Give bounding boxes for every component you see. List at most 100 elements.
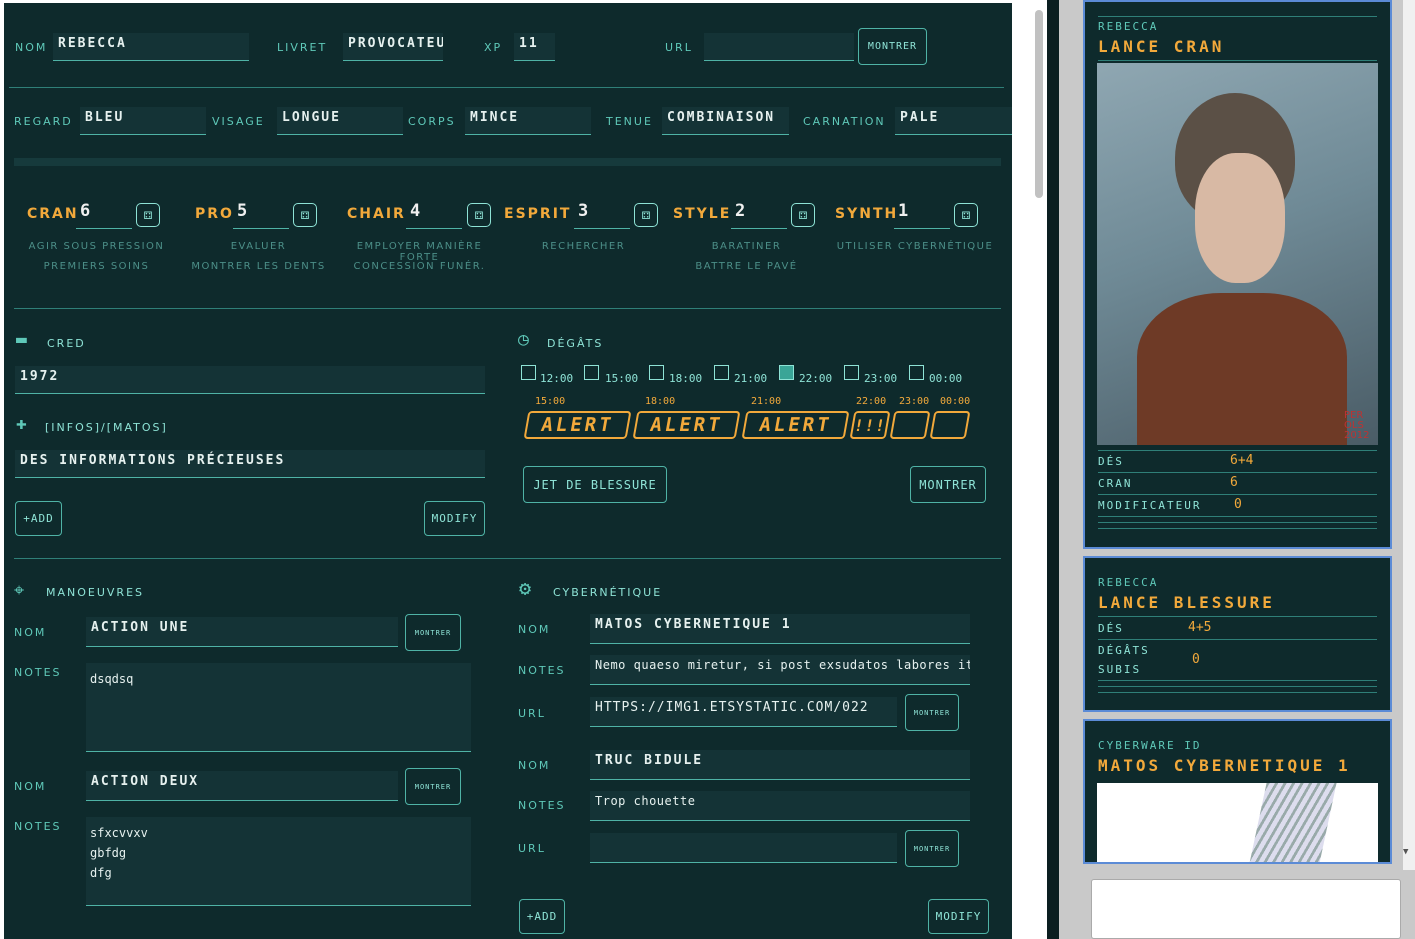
visage-field[interactable]: LONGUE bbox=[277, 107, 403, 135]
cyber-url-field[interactable]: HTTPS://IMG1.ETSYSTATIC.COM/022 bbox=[590, 697, 897, 727]
des-value: 6+4 bbox=[1230, 453, 1254, 468]
dice-icon[interactable]: ⚃ bbox=[293, 203, 317, 227]
clock-icon: ◷ bbox=[518, 329, 529, 350]
damage-checkbox[interactable] bbox=[521, 365, 536, 380]
alert-box bbox=[889, 411, 931, 439]
damage-checkbox[interactable] bbox=[779, 365, 794, 380]
damage-checkbox[interactable] bbox=[649, 365, 664, 380]
divider bbox=[14, 308, 1001, 309]
cyber-arm-icon: ⚙ bbox=[519, 576, 532, 600]
main-scrollbar-thumb[interactable] bbox=[1035, 10, 1043, 198]
stat-value-synth[interactable]: 1 bbox=[894, 201, 950, 229]
xp-label: XP bbox=[484, 41, 503, 54]
stat-value-style[interactable]: 2 bbox=[731, 201, 787, 229]
corps-field[interactable]: MINCE bbox=[465, 107, 591, 135]
card-title: LANCE CRAN bbox=[1098, 37, 1225, 56]
cyber-nom-field[interactable]: MATOS CYBERNETIQUE 1 bbox=[590, 614, 970, 644]
face-shape bbox=[1195, 153, 1285, 283]
divider bbox=[1098, 450, 1377, 451]
manoeuvre-nom-field[interactable]: ACTION UNE bbox=[86, 617, 398, 647]
manoeuvre-notes-textarea[interactable]: dsqdsq bbox=[86, 663, 471, 752]
divider bbox=[1098, 522, 1377, 523]
chat-scrollbar[interactable] bbox=[1403, 0, 1415, 870]
card-who: REBECCA bbox=[1098, 20, 1159, 33]
cyber-add-button[interactable]: +ADD bbox=[519, 899, 565, 934]
manoeuvre-montrer-button[interactable]: MONTRER bbox=[405, 614, 461, 651]
stat-value-esprit[interactable]: 3 bbox=[574, 201, 630, 229]
alert-box bbox=[929, 411, 971, 439]
cred-field[interactable]: 1972 bbox=[15, 366, 485, 394]
medkit-icon: ✚ bbox=[16, 413, 27, 434]
alert-time: 21:00 bbox=[751, 396, 782, 407]
infos-modify-button[interactable]: MODIFY bbox=[424, 501, 485, 536]
header-montrer-button[interactable]: MONTRER bbox=[858, 28, 927, 65]
alert-time: 22:00 bbox=[856, 396, 887, 407]
skill-label: EVALUER bbox=[230, 241, 287, 252]
damage-time-label: 18:00 bbox=[669, 372, 703, 385]
cyber-montrer-button[interactable]: MONTRER bbox=[905, 830, 959, 867]
skill-label: RECHERCHER bbox=[541, 241, 626, 252]
dice-icon[interactable]: ⚃ bbox=[634, 203, 658, 227]
cyber-montrer-button[interactable]: MONTRER bbox=[905, 694, 959, 731]
cyber-notes-field[interactable]: Nemo quaeso miretur, si post exsudatos l… bbox=[590, 655, 970, 685]
damage-checkbox[interactable] bbox=[909, 365, 924, 380]
corps-label: CORPS bbox=[408, 115, 456, 128]
infos-field[interactable]: DES INFORMATIONS PRÉCIEUSES bbox=[15, 450, 485, 478]
dice-icon[interactable]: ⚃ bbox=[791, 203, 815, 227]
url-field[interactable] bbox=[704, 33, 854, 61]
divider bbox=[1098, 528, 1377, 529]
divider bbox=[1098, 16, 1377, 17]
tenue-field[interactable]: COMBINAISON bbox=[662, 107, 789, 135]
cyber-nom-field[interactable]: TRUC BIDULE bbox=[590, 750, 970, 780]
divider bbox=[1098, 639, 1377, 640]
des-label: DÉS bbox=[1098, 455, 1124, 468]
livret-label: LIVRET bbox=[277, 41, 328, 54]
manoeuvre-notes-label: NOTES bbox=[14, 820, 62, 833]
regard-field[interactable]: BLEU bbox=[80, 107, 206, 135]
divider bbox=[9, 87, 1004, 88]
cyber-url-field[interactable] bbox=[590, 833, 897, 863]
damage-checkbox[interactable] bbox=[844, 365, 859, 380]
cyber-title: CYBERNÉTIQUE bbox=[553, 586, 663, 599]
alert-time: 18:00 bbox=[645, 396, 676, 407]
stat-value-chair[interactable]: 4 bbox=[406, 201, 462, 229]
stat-value-cran[interactable]: 6 bbox=[76, 201, 132, 229]
skill-label: MONTRER LES DENTS bbox=[191, 261, 326, 272]
dice-icon[interactable]: ⚃ bbox=[954, 203, 978, 227]
manoeuvre-montrer-button[interactable]: MONTRER bbox=[405, 768, 461, 805]
chat-input[interactable] bbox=[1091, 879, 1401, 939]
cyber-notes-field[interactable]: Trop chouette bbox=[590, 791, 970, 821]
subis-label: SUBIS bbox=[1098, 663, 1142, 676]
divider bbox=[1098, 494, 1377, 495]
des-label: DÉS bbox=[1098, 622, 1124, 635]
scroll-down-icon[interactable]: ▼ bbox=[1403, 847, 1408, 857]
dice-icon[interactable]: ⚃ bbox=[136, 203, 160, 227]
dice-icon[interactable]: ⚃ bbox=[467, 203, 491, 227]
damage-checkbox[interactable] bbox=[714, 365, 729, 380]
infos-add-button[interactable]: +ADD bbox=[15, 501, 62, 536]
card-who: REBECCA bbox=[1098, 576, 1159, 589]
carnation-field[interactable]: PALE bbox=[895, 107, 1012, 135]
cyber-modify-button[interactable]: MODIFY bbox=[928, 899, 989, 934]
damage-time-label: 15:00 bbox=[605, 372, 639, 385]
xp-field[interactable]: 11 bbox=[514, 33, 555, 61]
livret-field[interactable]: PROVOCATEU bbox=[343, 33, 443, 61]
degats-montrer-button[interactable]: MONTRER bbox=[910, 466, 986, 503]
skill-label: UTILISER CYBERNÉTIQUE bbox=[836, 241, 994, 252]
damage-checkbox[interactable] bbox=[584, 365, 599, 380]
manoeuvre-nom-label: NOM bbox=[14, 626, 47, 639]
stat-value-pro[interactable]: 5 bbox=[233, 201, 289, 229]
nom-field[interactable]: REBECCA bbox=[53, 33, 249, 61]
manoeuvre-notes-textarea[interactable]: sfxcvvxv gbfdg dfg bbox=[86, 817, 471, 906]
chat-card-lance-blessure: REBECCA LANCE BLESSURE DÉS 4+5 DÉGÂTS SU… bbox=[1083, 556, 1392, 712]
torso-shape bbox=[1137, 293, 1347, 445]
manoeuvre-nom-field[interactable]: ACTION DEUX bbox=[86, 771, 398, 801]
alert-box: ALERT bbox=[632, 411, 741, 439]
divider bbox=[1098, 680, 1377, 681]
alert-time: 00:00 bbox=[940, 396, 971, 407]
jet-de-blessure-button[interactable]: JET DE BLESSURE bbox=[523, 466, 667, 503]
divider bbox=[1098, 686, 1377, 687]
mod-label: MODIFICATEUR bbox=[1098, 499, 1202, 512]
stat-name-chair: CHAIR bbox=[347, 206, 406, 222]
stat-name-synth: SYNTH bbox=[835, 206, 899, 222]
